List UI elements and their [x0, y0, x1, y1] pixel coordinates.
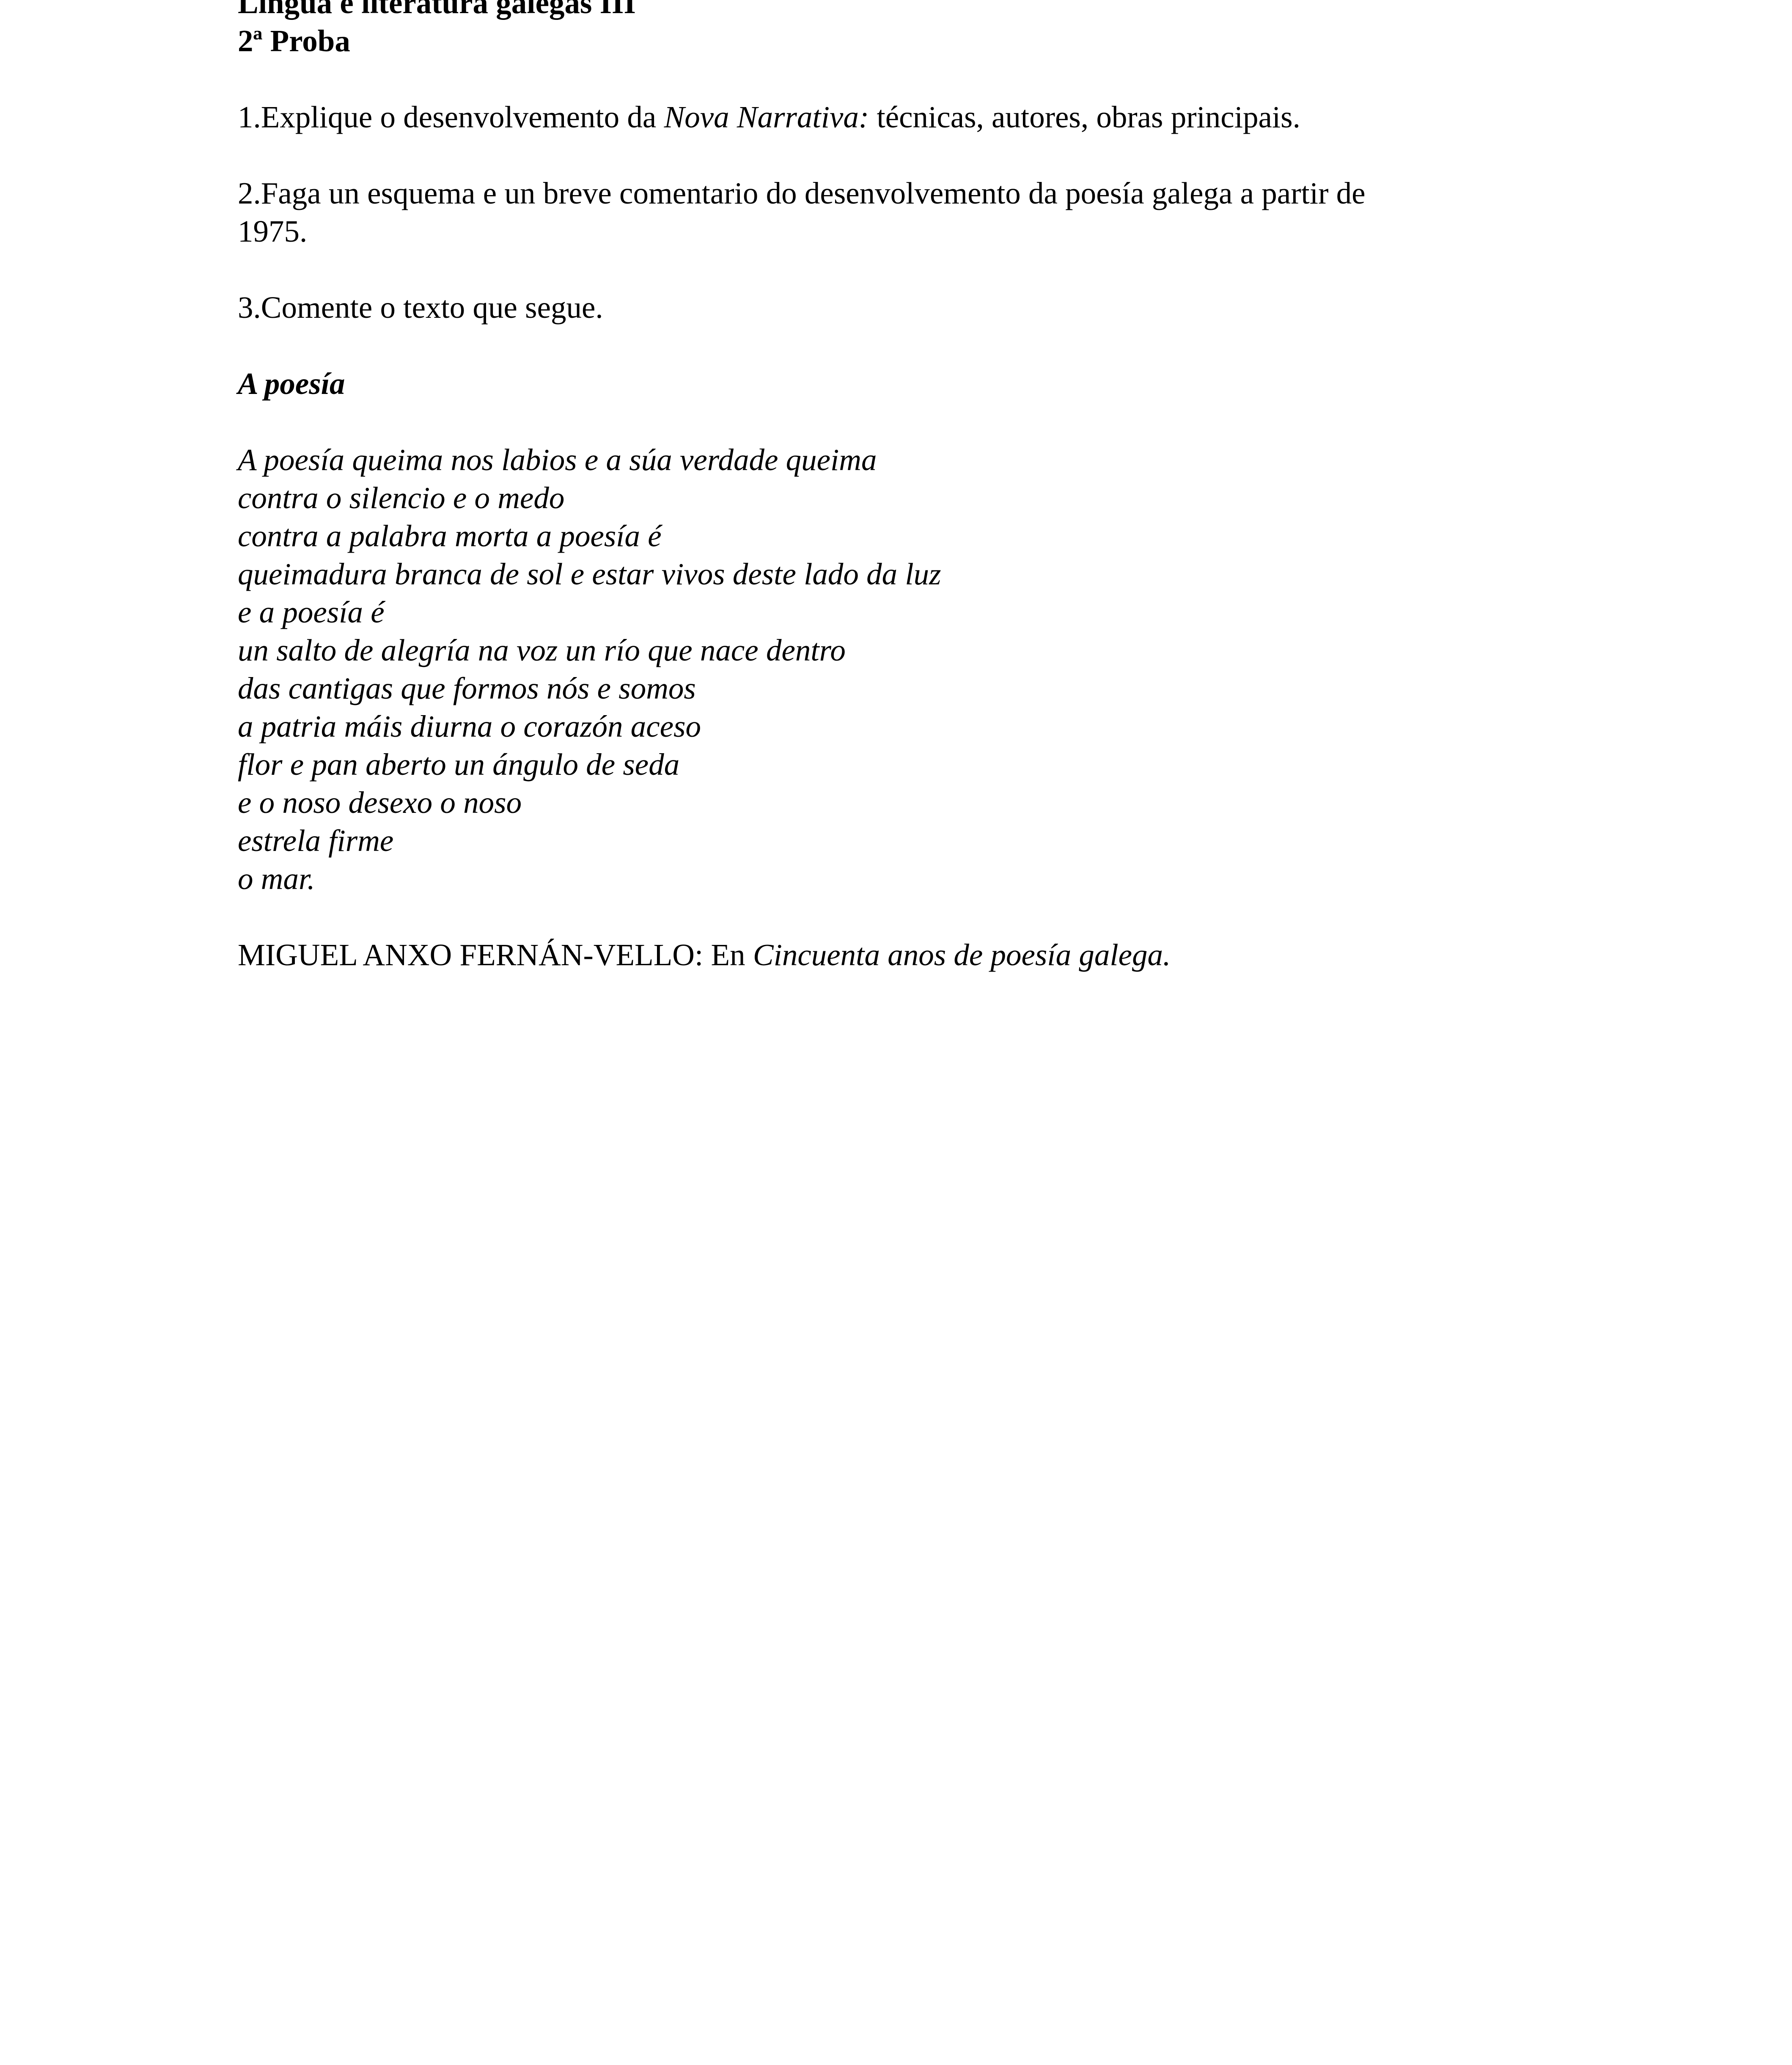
poem-line: e a poesía é: [238, 595, 385, 629]
exam-title: 2ª Proba: [238, 24, 350, 58]
question-1: 1.Explique o desenvolvemento da Nova Nar…: [238, 98, 1676, 136]
question-1-text-end: técnicas, autores, obras principais.: [869, 100, 1300, 134]
document-content: Lingua e literatura galegas III 2ª Proba…: [238, 0, 1676, 974]
poem-line: o mar.: [238, 862, 315, 896]
question-1-number: 1.: [238, 100, 261, 134]
document-page: Lingua e literatura galegas III 2ª Proba…: [0, 0, 1792, 2065]
poem-source: MIGUEL ANXO FERNÁN-VELLO: En Cincuenta a…: [238, 936, 1676, 974]
poem-line: a patria máis diurna o corazón aceso: [238, 709, 701, 743]
poem-line: estrela firme: [238, 823, 394, 858]
poem-line: flor e pan aberto un ángulo de seda: [238, 747, 680, 782]
poem-line: contra o silencio e o medo: [238, 481, 565, 515]
source-book-title: Cincuenta anos de poesía galega.: [753, 938, 1171, 972]
question-2: 2.Faga un esquema e un breve comentario …: [238, 174, 1422, 251]
question-2-text: Faga un esquema e un breve comentario do…: [238, 176, 1373, 248]
question-3-text: Comente o texto que segue.: [261, 290, 603, 325]
poem-line: contra a palabra morta a poesía é: [238, 519, 662, 553]
question-2-number: 2.: [238, 176, 261, 210]
poem-line: das cantigas que formos nós e somos: [238, 671, 696, 705]
question-1-italic-term: Nova Narrativa:: [664, 100, 869, 134]
question-3: 3.Comente o texto que segue.: [238, 289, 1676, 327]
course-title: Lingua e literatura galegas III: [238, 0, 636, 20]
question-3-number: 3.: [238, 290, 261, 325]
poem-title: A poesía: [238, 366, 345, 401]
poem-line: A poesía queima nos labios e a súa verda…: [238, 443, 877, 477]
poem-line: un salto de alegría na voz un río que na…: [238, 633, 846, 667]
poem-line: queimadura branca de sol e estar vivos d…: [238, 557, 941, 591]
source-author: MIGUEL ANXO FERNÁN-VELLO: En: [238, 938, 753, 972]
poem-body: A poesía queima nos labios e a súa verda…: [238, 441, 1676, 898]
question-1-text-start: Explique o desenvolvemento da: [261, 100, 664, 134]
poem-line: e o noso desexo o noso: [238, 785, 522, 820]
